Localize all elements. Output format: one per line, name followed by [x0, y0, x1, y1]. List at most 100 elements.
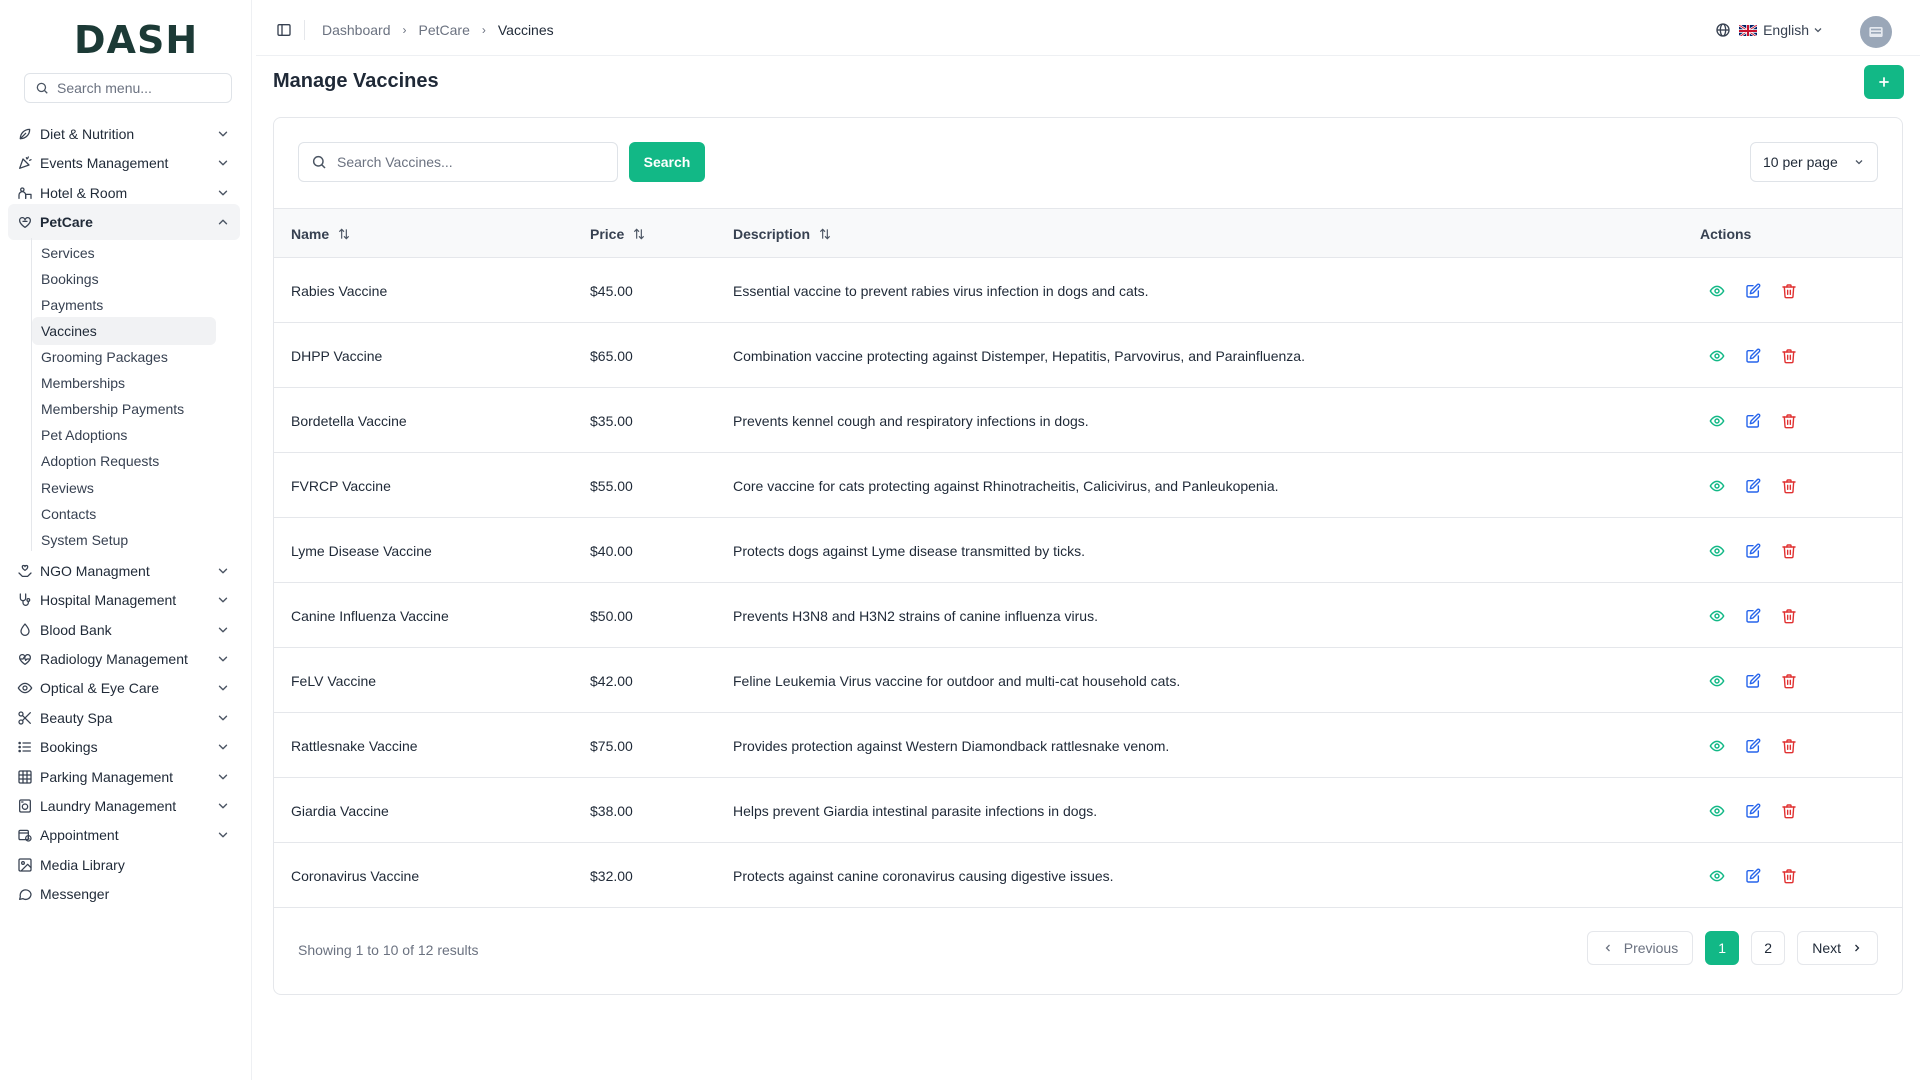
sidebar-subitem-payments[interactable]: Payments: [32, 291, 216, 319]
column-header-name[interactable]: Name: [291, 209, 351, 259]
view-button[interactable]: [1708, 867, 1726, 885]
chevron-up-icon: [216, 215, 230, 229]
view-button[interactable]: [1708, 347, 1726, 365]
column-header-price[interactable]: Price: [590, 209, 646, 259]
chevron-down-icon: [218, 568, 228, 574]
column-label: Price: [590, 226, 625, 242]
breadcrumb-petcare[interactable]: PetCare: [419, 22, 470, 38]
column-header-actions: Actions: [1700, 209, 1751, 259]
sidebar-subitem-contacts[interactable]: Contacts: [32, 500, 216, 528]
delete-button[interactable]: [1780, 867, 1798, 885]
view-button[interactable]: [1708, 542, 1726, 560]
chevron-down-icon: [218, 832, 228, 838]
view-button[interactable]: [1708, 412, 1726, 430]
edit-button[interactable]: [1744, 542, 1762, 560]
sidebar-subitem-memberships[interactable]: Memberships: [32, 369, 216, 397]
view-button[interactable]: [1708, 737, 1726, 755]
sidebar-item-petcare[interactable]: PetCare: [8, 204, 240, 241]
table-row: FeLV Vaccine $42.00 Feline Leukemia Virus …: [274, 648, 1902, 713]
sidebar-item-label: Parking Management: [40, 768, 174, 785]
cell-description: Provides protection against Western Diam…: [733, 737, 1170, 754]
washing-machine-icon: [19, 799, 31, 813]
table-row: Coronavirus Vaccine $32.00 Protects agains…: [274, 843, 1902, 908]
table-toolbar: Search 10 per page: [274, 118, 1902, 208]
sidebar-subitem-reviews[interactable]: Reviews: [32, 474, 216, 502]
view-button[interactable]: [1708, 477, 1726, 495]
sidebar-subitem-adoption-requests[interactable]: Adoption Requests: [32, 447, 216, 475]
delete-button[interactable]: [1780, 282, 1798, 300]
page-button-1[interactable]: 1: [1705, 931, 1740, 965]
edit-button[interactable]: [1744, 282, 1762, 300]
view-button[interactable]: [1708, 672, 1726, 690]
delete-button[interactable]: [1780, 672, 1798, 690]
edit-icon: [1746, 673, 1761, 688]
sidebar-subitem-vaccines[interactable]: Vaccines: [32, 316, 216, 345]
row-actions: [1708, 843, 1798, 908]
delete-button[interactable]: [1780, 802, 1798, 820]
previous-page-button[interactable]: Previous: [1586, 931, 1694, 965]
delete-button[interactable]: [1780, 607, 1798, 625]
delete-button[interactable]: [1780, 347, 1798, 365]
cell-name: Rabies Vaccine: [291, 282, 388, 299]
edit-button[interactable]: [1744, 477, 1762, 495]
sidebar-subitem-grooming-packages[interactable]: Grooming Packages: [32, 343, 216, 371]
cell-price: $45.00: [590, 282, 633, 299]
sidebar-search-input[interactable]: [57, 80, 217, 96]
table-row: Rattlesnake Vaccine $75.00 Provides protec…: [274, 713, 1902, 778]
page-button-2[interactable]: 2: [1751, 931, 1786, 965]
column-header-description[interactable]: Description: [733, 209, 832, 259]
column-label: Name: [291, 226, 330, 242]
vaccine-search-input[interactable]: [337, 154, 607, 170]
search-button[interactable]: Search: [629, 142, 705, 182]
sidebar-subitem-services[interactable]: Services: [32, 239, 216, 267]
eye-icon: [16, 679, 34, 697]
sort-icon: [819, 228, 831, 240]
next-page-button[interactable]: Next: [1797, 931, 1878, 965]
grid-icon: [16, 768, 34, 786]
per-page-select[interactable]: 10 per page: [1750, 142, 1878, 182]
brand-logo[interactable]: DASH: [74, 18, 198, 62]
view-button[interactable]: [1708, 802, 1726, 820]
view-button[interactable]: [1708, 282, 1726, 300]
delete-button[interactable]: [1780, 412, 1798, 430]
cell-description: Prevents kennel cough and respiratory in…: [733, 412, 1089, 429]
sidebar-toggle-icon[interactable]: [276, 22, 292, 38]
heart-pulse-icon: [19, 654, 31, 665]
breadcrumb-dashboard[interactable]: Dashboard: [322, 22, 391, 38]
edit-button[interactable]: [1744, 672, 1762, 690]
add-vaccine-button[interactable]: [1864, 65, 1904, 99]
delete-button[interactable]: [1780, 477, 1798, 495]
table-header: Name Price Description Actions: [274, 208, 1902, 258]
cell-price: $38.00: [590, 802, 633, 819]
leaf-icon: [16, 125, 34, 143]
sidebar-subitem-bookings[interactable]: Bookings: [32, 265, 216, 293]
sidebar-subitem-membership-payments[interactable]: Membership Payments: [32, 395, 216, 423]
edit-button[interactable]: [1744, 737, 1762, 755]
sidebar-search[interactable]: [24, 73, 232, 103]
eye-icon: [1709, 740, 1725, 751]
sidebar-item-messenger[interactable]: Messenger: [8, 876, 240, 912]
edit-button[interactable]: [1744, 607, 1762, 625]
sidebar-subitem-pet-adoptions[interactable]: Pet Adoptions: [32, 421, 216, 449]
chevron-down-icon: [218, 627, 228, 633]
sidebar-subitem-system-setup[interactable]: System Setup: [32, 526, 216, 554]
eye-icon: [1709, 415, 1725, 426]
edit-button[interactable]: [1744, 412, 1762, 430]
view-button[interactable]: [1708, 607, 1726, 625]
trash-icon: [1782, 868, 1796, 883]
row-actions: [1708, 388, 1798, 453]
table-footer: Showing 1 to 10 of 12 results Previous 1…: [274, 906, 1902, 996]
avatar[interactable]: [1860, 16, 1892, 48]
breadcrumb: Dashboard › PetCare › Vaccines: [322, 20, 554, 40]
edit-button[interactable]: [1744, 347, 1762, 365]
language-selector[interactable]: English: [1715, 20, 1824, 40]
vaccine-search[interactable]: [298, 142, 618, 182]
hotel-icon: [16, 184, 34, 202]
hands-heart-icon: [18, 564, 32, 577]
eye-icon: [1709, 610, 1725, 621]
edit-button[interactable]: [1744, 867, 1762, 885]
delete-button[interactable]: [1780, 737, 1798, 755]
sort-icon: [339, 228, 350, 240]
edit-button[interactable]: [1744, 802, 1762, 820]
delete-button[interactable]: [1780, 542, 1798, 560]
